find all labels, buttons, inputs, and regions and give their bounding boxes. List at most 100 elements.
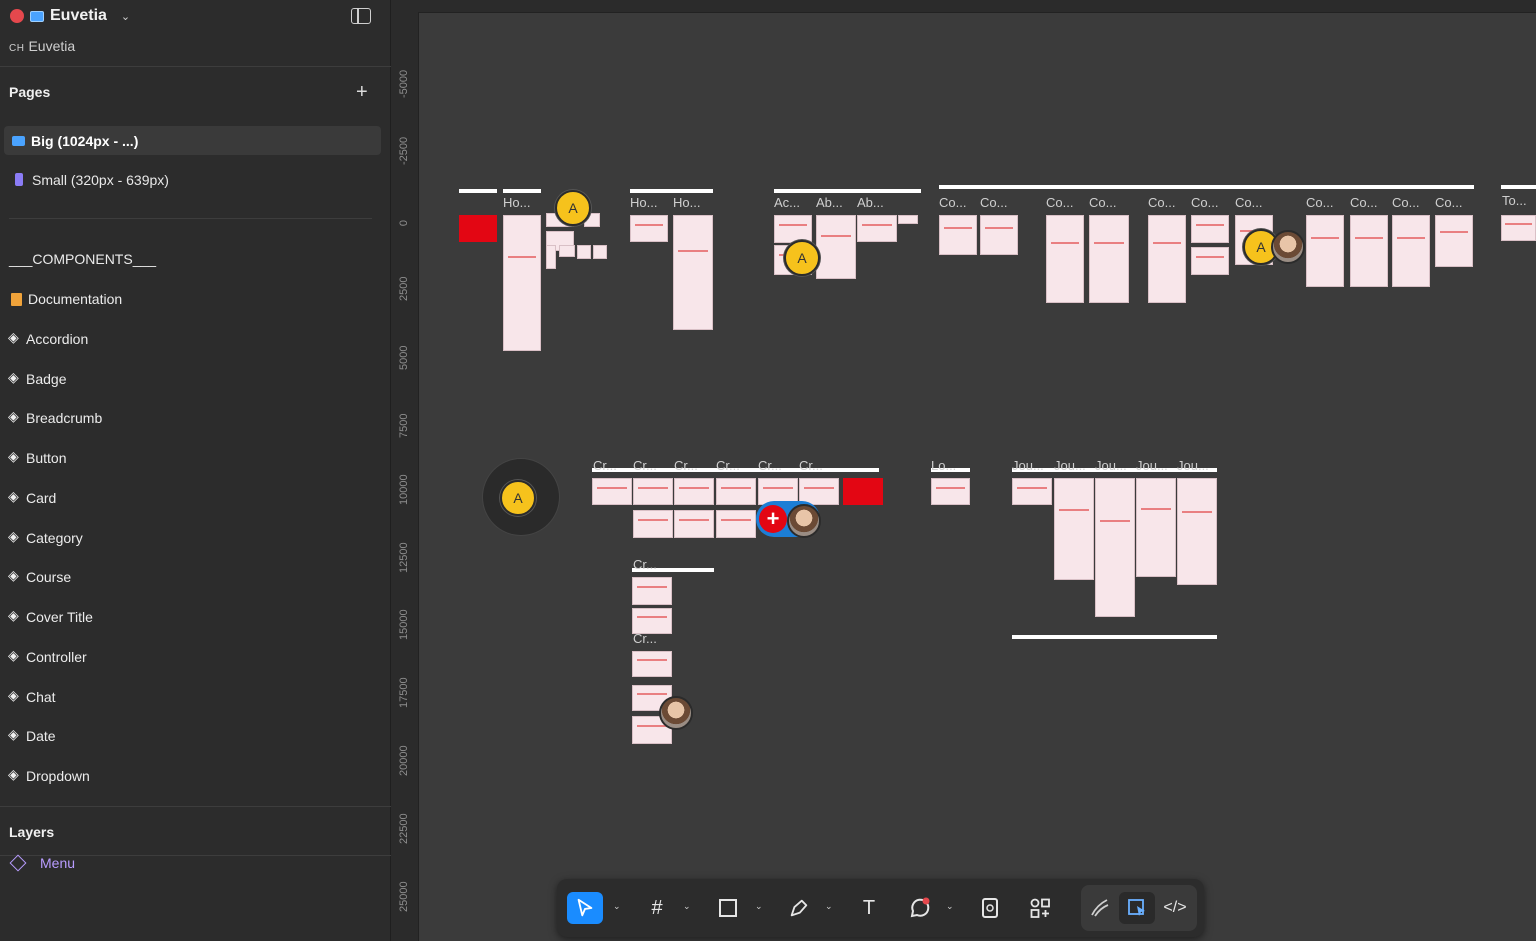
frame[interactable] [1191,215,1229,243]
red-frame[interactable] [843,478,883,505]
frame[interactable] [1306,215,1344,287]
frame[interactable] [633,510,673,538]
frame[interactable] [980,215,1018,255]
actions-tool-icon[interactable] [1022,892,1058,924]
frame[interactable] [1392,215,1430,287]
components-header[interactable]: ___COMPONENTS___ [9,251,156,267]
comment-tool-icon[interactable] [902,892,938,924]
frame[interactable] [857,215,897,242]
frame[interactable] [1054,478,1094,580]
frame[interactable] [1435,215,1473,267]
sidebar-toggle-icon[interactable] [351,8,371,24]
pen-tool-icon[interactable] [781,892,817,924]
frame[interactable] [898,215,918,224]
component-documentation[interactable]: Documentation [9,291,122,307]
component-date[interactable]: Date [8,726,56,744]
frame-label[interactable]: Co... [1148,195,1175,210]
page-item-small[interactable]: Small (320px - 639px) [4,165,381,194]
collaborator-avatar[interactable] [1271,230,1305,264]
component-course[interactable]: Course [8,567,71,585]
design-canvas[interactable]: Ho... A Ho... Ho... Ac... Ab... Ab... A … [419,13,1536,941]
component-cover-title[interactable]: Cover Title [8,607,93,625]
user-avatar[interactable]: A [784,240,820,276]
frame[interactable] [559,245,575,257]
frame[interactable] [630,215,668,242]
frame-label[interactable]: Jou... [1177,458,1209,473]
frame-label[interactable]: Co... [1435,195,1462,210]
frame[interactable] [577,245,591,259]
component-chat[interactable]: Chat [8,687,56,705]
component-button[interactable]: Button [8,448,66,466]
frame[interactable] [673,215,713,330]
frame[interactable] [716,510,756,538]
frame-label[interactable]: Co... [1235,195,1262,210]
frame[interactable] [1350,215,1388,287]
frame[interactable] [1191,247,1229,275]
frame-label[interactable]: Jou... [1054,458,1086,473]
component-badge[interactable]: Badge [8,369,66,387]
layer-menu[interactable]: Menu [9,854,75,872]
frame-label[interactable]: Co... [1306,195,1333,210]
frame-tool-icon[interactable]: # [639,892,675,924]
frame-label[interactable]: Cr... [758,458,782,473]
frame-label[interactable]: Ho... [503,195,530,210]
design-mode-icon[interactable] [1119,892,1155,924]
frame-label[interactable]: Jou... [1012,458,1044,473]
frame[interactable] [674,478,714,505]
frame-label[interactable]: Jou... [1136,458,1168,473]
frame[interactable] [1148,215,1186,303]
text-tool-icon[interactable]: T [851,892,887,924]
chevron-down-icon[interactable]: ⌄ [946,901,954,912]
component-card[interactable]: Card [8,488,56,506]
frame-label[interactable]: Cr... [633,557,657,572]
frame[interactable] [674,510,714,538]
frame[interactable] [931,478,970,505]
frame[interactable] [592,478,632,505]
rectangle-tool-icon[interactable] [710,892,746,924]
frame[interactable] [1046,215,1084,303]
frame-label[interactable]: Co... [980,195,1007,210]
file-menu[interactable]: Euvetia ⌄ [10,4,130,28]
frame[interactable] [816,215,856,279]
draw-mode-icon[interactable] [1082,892,1118,924]
collaborator-avatar[interactable] [659,696,693,730]
frame[interactable] [503,215,541,351]
frame-label[interactable]: Lo... [931,458,956,473]
frame-label[interactable]: Co... [1392,195,1419,210]
frame[interactable] [1012,478,1052,505]
frame[interactable] [593,245,607,259]
frame-label[interactable]: Ac... [774,195,800,210]
resource-tool-icon[interactable] [972,892,1008,924]
chevron-down-icon[interactable]: ⌄ [613,901,621,912]
user-avatar[interactable]: A [500,480,536,516]
chevron-down-icon[interactable]: ⌄ [121,10,130,23]
frame[interactable] [632,577,672,605]
frame[interactable] [632,651,672,677]
frame[interactable] [939,215,977,255]
frame-label[interactable]: Co... [939,195,966,210]
frame[interactable] [633,478,673,505]
frame-label[interactable]: Cr... [674,458,698,473]
component-breadcrumb[interactable]: Breadcrumb [8,408,102,426]
team-name[interactable]: CH Euvetia [9,38,75,54]
frame[interactable] [774,215,812,243]
frame[interactable] [1501,215,1536,241]
frame[interactable] [1089,215,1129,303]
frame-label[interactable]: Cr... [633,631,657,646]
frame-label[interactable]: Co... [1350,195,1377,210]
dev-mode-icon[interactable]: </> [1157,892,1193,924]
frame-label[interactable]: Ho... [630,195,657,210]
frame-label[interactable]: Ho... [673,195,700,210]
frame-label[interactable]: Cr... [716,458,740,473]
frame-label[interactable]: Co... [1089,195,1116,210]
frame-label[interactable]: Co... [1046,195,1073,210]
frame-label[interactable]: Ab... [857,195,884,210]
component-category[interactable]: Category [8,528,83,546]
frame-label[interactable]: Jou... [1095,458,1127,473]
frame-label[interactable]: Cr... [799,458,823,473]
frame-label[interactable]: Ab... [816,195,843,210]
frame[interactable] [1177,478,1217,585]
collaborator-avatar[interactable] [787,504,821,538]
frame[interactable] [546,245,556,269]
frame[interactable] [716,478,756,505]
